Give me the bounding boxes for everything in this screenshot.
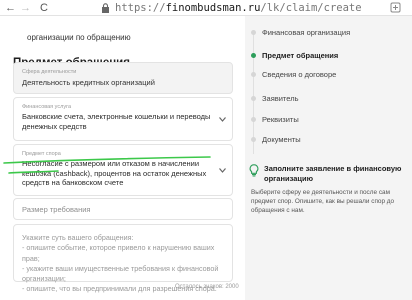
step-label: Заявитель xyxy=(262,94,299,103)
url-scheme: https:// xyxy=(115,2,166,14)
service-select[interactable]: Финансовая услуга Банковские счета, элек… xyxy=(13,97,233,141)
lightbulb-icon xyxy=(249,164,259,177)
amount-placeholder: Размер требования xyxy=(22,205,91,214)
address-bar[interactable]: https://finombudsman.ru/lk/claim/create xyxy=(115,1,362,15)
chevron-down-icon xyxy=(219,117,226,122)
tip-title: Заполните заявление в финансовую организ… xyxy=(264,164,402,183)
placeholder-line: - укажите ваши имущественные требования … xyxy=(22,263,219,284)
step-item[interactable]: Реквизиты xyxy=(245,114,412,126)
tip-text: Выберите сферу ее деятельности и после с… xyxy=(251,189,395,214)
previous-field-text: организации по обращению xyxy=(27,33,131,42)
browser-toolbar: ← → C https://finombudsman.ru/lk/claim/c… xyxy=(0,0,412,16)
activity-select: Сфера деятельности Деятельность кредитны… xyxy=(13,62,233,94)
url-host: finombudsman.ru xyxy=(165,2,261,14)
forward-button[interactable]: → xyxy=(20,1,31,15)
back-button[interactable]: ← xyxy=(5,1,16,15)
step-label: Финансовая организация xyxy=(262,28,351,37)
step-item[interactable]: Документы xyxy=(245,134,412,146)
steps-panel: Финансовая организация Предмет обращения… xyxy=(245,16,412,300)
amount-input[interactable]: Размер требования xyxy=(13,198,233,220)
step-label: Сведения о договоре xyxy=(262,70,337,79)
step-item[interactable]: Заявитель xyxy=(245,93,412,105)
service-label: Финансовая услуга xyxy=(22,104,72,110)
activity-value: Деятельность кредитных организаций xyxy=(22,78,155,87)
highlight-annotation xyxy=(3,156,211,174)
step-dot xyxy=(251,137,256,142)
step-item[interactable]: Сведения о договоре xyxy=(245,69,412,81)
url-path: /lk/claim/create xyxy=(260,2,362,14)
step-dot xyxy=(251,96,256,101)
step-dot-active xyxy=(251,53,256,58)
char-counter: Осталось знаков: 2000 xyxy=(175,284,239,290)
activity-label: Сфера деятельности xyxy=(22,69,77,75)
claim-form: организации по обращению Предмет обращен… xyxy=(0,16,245,300)
step-label: Предмет обращения xyxy=(262,51,339,60)
service-value: Банковские счета, электронные кошельки и… xyxy=(22,112,211,131)
description-textarea[interactable]: Укажите суть вашего обращения: - опишите… xyxy=(13,224,233,293)
step-label: Реквизиты xyxy=(262,115,299,124)
step-item-active[interactable]: Предмет обращения xyxy=(245,50,412,62)
extension-icon[interactable] xyxy=(390,2,401,13)
step-dot xyxy=(251,72,256,77)
reload-button[interactable]: C xyxy=(40,1,48,15)
lock-icon xyxy=(102,3,109,13)
step-dot xyxy=(251,30,256,35)
step-item[interactable]: Финансовая организация xyxy=(245,27,412,39)
placeholder-line: - опишите событие, которое привело к нар… xyxy=(22,243,215,263)
step-label: Документы xyxy=(262,135,301,144)
step-dot xyxy=(251,117,256,122)
placeholder-line: Укажите суть вашего обращения: xyxy=(22,233,134,242)
